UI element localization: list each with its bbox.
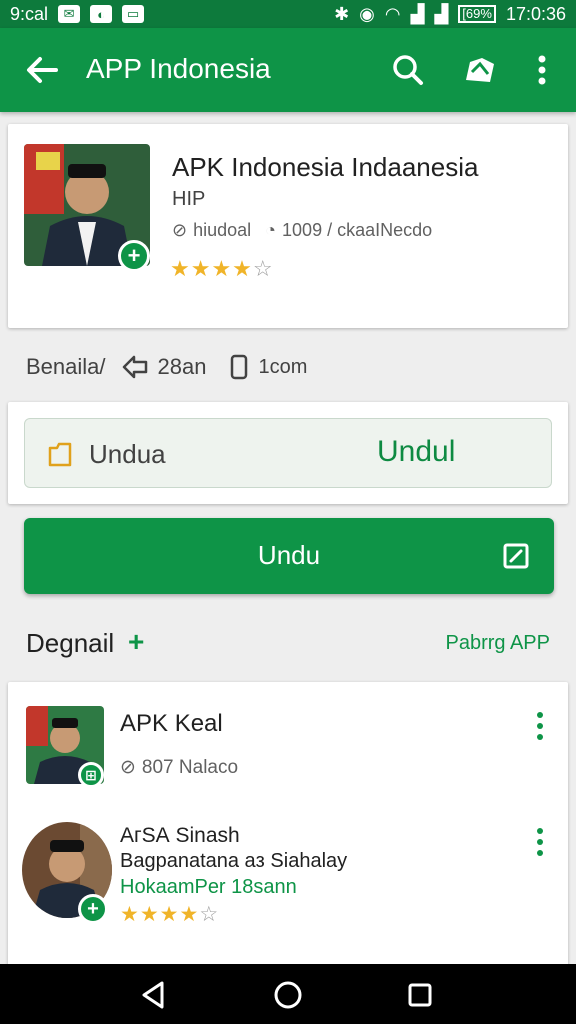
folder-icon — [48, 442, 72, 467]
phone-icon — [231, 354, 248, 380]
signal-icon-2: ▟ — [434, 3, 449, 24]
download-field-action[interactable]: Undul — [377, 435, 455, 469]
list-item-menu-icon[interactable] — [530, 824, 550, 860]
app-bar-title: APP Indonesia — [86, 53, 271, 84]
carrier-text: 9:cal — [10, 3, 49, 24]
alarm-icon: ◉ — [359, 3, 375, 24]
nav-recents-icon[interactable] — [403, 978, 437, 1012]
app-header-card: + APK Indonesia Indaanesia HIP ⊘ hiudoal… — [8, 124, 568, 328]
section-title: Degnail — [26, 628, 115, 658]
install-badge-icon: + — [118, 240, 150, 272]
nav-back-icon[interactable] — [136, 978, 170, 1012]
app-list: ⊞ APK Keal ⊘ 807 Nalaco + AгЅА Sinash Ba… — [8, 682, 568, 972]
chat-icon: ◐ — [90, 5, 113, 23]
app-category: hiudoal — [193, 220, 252, 240]
list-item[interactable]: ⊞ APK Keal ⊘ 807 Nalaco — [8, 682, 568, 798]
list-item-title: AгЅА Sinash — [120, 824, 240, 847]
open-external-icon — [503, 543, 529, 569]
status-bar: 9:cal ✉ ◐ ▭ ✱ ◉ ◠ ▟ ▟ [69% 17:0:36 — [0, 0, 576, 28]
category-icon: ⊘ — [120, 757, 136, 778]
download-field-label: Undua — [89, 439, 166, 469]
list-item-subtitle: Bagpanatana aз Siahalay — [120, 850, 348, 872]
info-device: 1com — [258, 355, 308, 378]
info-row: Benaila/ 28an 1com — [26, 350, 307, 384]
rating-stars: ★★★★☆ — [120, 903, 220, 926]
app-meta: ⊘ hiudoal ◔ 1009 / ckaaINecdo — [172, 220, 432, 241]
system-nav-bar — [0, 964, 576, 1024]
bluetooth-icon: ✱ — [334, 3, 350, 24]
nav-home-icon[interactable] — [271, 978, 305, 1012]
share-size-icon — [122, 355, 147, 379]
category-icon: ⊘ — [172, 220, 188, 240]
install-badge-icon: + — [78, 894, 108, 924]
mail-icon: ✉ — [58, 5, 81, 23]
back-arrow-icon[interactable] — [22, 50, 62, 90]
primary-download-button[interactable]: Undu — [24, 518, 554, 594]
list-item-title: APK Keal — [120, 710, 223, 737]
list-item[interactable]: + AгЅА Sinash Bagpanatana aз Siahalay Ho… — [8, 810, 568, 930]
rating-stars: ★★★★☆ — [170, 256, 274, 281]
signal-icon: ▟ — [410, 3, 425, 24]
primary-button-label: Undu — [257, 540, 321, 570]
clock: 17:0:36 — [505, 3, 566, 24]
section-add-icon[interactable]: + — [128, 626, 144, 658]
battery-indicator: [69% — [458, 5, 496, 23]
info-size: 28an — [157, 354, 207, 379]
app-name: APK Indonesia Indaanesia — [172, 152, 479, 182]
list-item-subtitle: 807 Nalaco — [141, 756, 239, 778]
app-bar: APP Indonesia — [0, 28, 576, 112]
section-link[interactable]: Pabrrg APP — [445, 632, 550, 655]
download-card: Undua Undul — [8, 402, 568, 504]
overflow-menu-icon[interactable] — [522, 50, 562, 90]
app-subtitle: HIP — [172, 188, 206, 210]
list-item-publisher: HokaamPer 18sann — [120, 876, 297, 898]
app-downloads: 1009 / ckaaINecdo — [282, 220, 433, 240]
downloads-icon: ◔ — [265, 220, 277, 240]
info-label: Benaila/ — [26, 354, 106, 379]
list-item-menu-icon[interactable] — [530, 708, 550, 744]
search-icon[interactable] — [388, 50, 428, 90]
message-icon: ▭ — [122, 5, 145, 23]
wifi-icon: ◠ — [384, 3, 401, 24]
list-item-badge-icon: ⊞ — [78, 762, 104, 788]
download-field[interactable]: Undua Undul — [24, 418, 552, 488]
share-icon[interactable] — [460, 50, 500, 90]
list-item-meta: ⊘ 807 Nalaco — [120, 756, 238, 779]
